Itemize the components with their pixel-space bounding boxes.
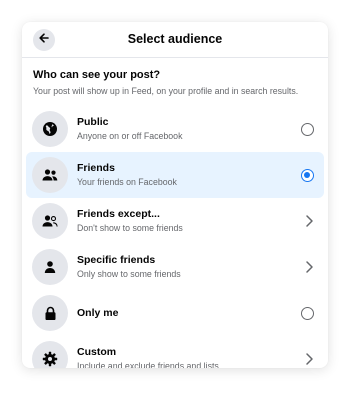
option-label: Friends except...: [77, 208, 160, 220]
option-description: Don't show to some friends: [77, 223, 183, 233]
dialog-title: Select audience: [127, 32, 223, 46]
option-text: Friends Your friends on Facebook: [77, 152, 177, 198]
friends-icon: [32, 157, 68, 193]
option-description: Your friends on Facebook: [77, 177, 177, 187]
option-friends-except[interactable]: Friends except... Don't show to some fri…: [26, 198, 324, 244]
option-label: Friends: [77, 162, 115, 174]
radio-only-me[interactable]: [301, 307, 314, 320]
radio-public[interactable]: [301, 123, 314, 136]
option-label: Public: [77, 116, 109, 128]
lock-icon: [32, 295, 68, 331]
option-text: Specific friends Only show to some frien…: [77, 244, 181, 290]
option-public[interactable]: Public Anyone on or off Facebook: [26, 106, 324, 152]
option-description: Anyone on or off Facebook: [77, 131, 183, 141]
dialog-header: Select audience: [22, 22, 328, 58]
option-label: Only me: [77, 306, 119, 319]
option-friends[interactable]: Friends Your friends on Facebook: [26, 152, 324, 198]
audience-question: Who can see your post?: [33, 69, 161, 81]
option-only-me[interactable]: Only me: [26, 290, 324, 336]
option-text: Custom Include and exclude friends and l…: [77, 336, 219, 368]
option-text: Public Anyone on or off Facebook: [77, 106, 182, 152]
chevron-right-icon: [306, 353, 313, 365]
option-custom[interactable]: Custom Include and exclude friends and l…: [26, 336, 324, 368]
chevron-right-icon: [306, 215, 313, 227]
audience-options-list: Public Anyone on or off Facebook Friends…: [26, 106, 324, 368]
radio-friends[interactable]: [301, 169, 314, 182]
chevron-right-icon: [306, 261, 313, 273]
option-description: Include and exclude friends and lists: [77, 361, 219, 368]
option-description: Only show to some friends: [77, 269, 181, 279]
friends-except-icon: [32, 203, 68, 239]
audience-dialog: Select audience Who can see your post? Y…: [22, 22, 328, 368]
option-text: Only me: [77, 290, 118, 336]
option-specific-friends[interactable]: Specific friends Only show to some frien…: [26, 244, 324, 290]
gear-icon: [32, 341, 68, 368]
globe-icon: [32, 111, 68, 147]
audience-subtitle: Your post will show up in Feed, on your …: [33, 86, 299, 96]
option-label: Specific friends: [77, 254, 156, 266]
option-text: Friends except... Don't show to some fri…: [77, 198, 183, 244]
option-label: Custom: [77, 346, 117, 358]
person-icon: [32, 249, 68, 285]
